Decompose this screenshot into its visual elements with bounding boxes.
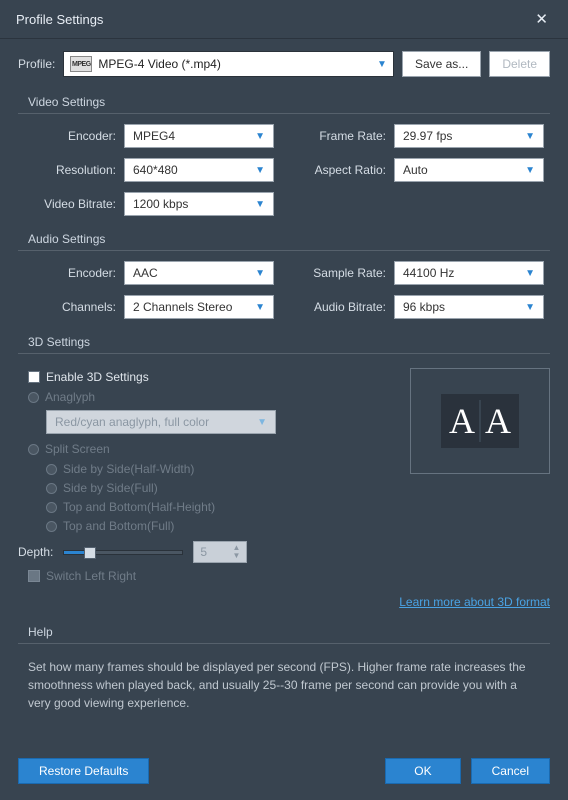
- chevron-down-icon: ▼: [255, 131, 265, 142]
- switch-lr-label: Switch Left Right: [46, 569, 136, 583]
- divider: [18, 643, 550, 644]
- restore-defaults-button[interactable]: Restore Defaults: [18, 758, 149, 784]
- chevron-down-icon: ▼: [525, 268, 535, 279]
- preview-letter-right: A: [483, 400, 513, 442]
- profile-select[interactable]: MPEG MPEG-4 Video (*.mp4) ▼: [63, 51, 394, 77]
- spinner-arrows: ▲▼: [232, 544, 240, 560]
- preview-letter-left: A: [447, 400, 477, 442]
- aspect-ratio-select[interactable]: Auto▼: [394, 158, 544, 182]
- 3d-preview: A A: [410, 368, 550, 474]
- video-bitrate-label: Video Bitrate:: [28, 197, 124, 211]
- enable-3d-label: Enable 3D Settings: [46, 370, 149, 384]
- video-encoder-select[interactable]: MPEG4▼: [124, 124, 274, 148]
- aspect-ratio-label: Aspect Ratio:: [304, 163, 394, 177]
- chevron-down-icon: ▼: [255, 199, 265, 210]
- mpeg-icon: MPEG: [70, 56, 92, 72]
- video-form: Encoder: MPEG4▼ Frame Rate: 29.97 fps▼ R…: [18, 124, 550, 216]
- split-option-2: Top and Bottom(Half-Height): [46, 500, 396, 514]
- radio-icon: [28, 444, 39, 455]
- split-option-0: Side by Side(Half-Width): [46, 462, 396, 476]
- anaglyph-label: Anaglyph: [45, 390, 95, 404]
- help-text: Set how many frames should be displayed …: [18, 654, 550, 712]
- profile-row: Profile: MPEG MPEG-4 Video (*.mp4) ▼ Sav…: [18, 51, 550, 77]
- radio-icon: [46, 483, 57, 494]
- divider: [18, 353, 550, 354]
- split-screen-label: Split Screen: [45, 442, 110, 456]
- audio-bitrate-select[interactable]: 96 kbps▼: [394, 295, 544, 319]
- chevron-down-icon: ▼: [255, 165, 265, 176]
- titlebar: Profile Settings ✕: [0, 0, 568, 39]
- window-title: Profile Settings: [16, 12, 103, 27]
- footer: Restore Defaults OK Cancel: [0, 746, 568, 800]
- video-bitrate-select[interactable]: 1200 kbps▼: [124, 192, 274, 216]
- radio-icon: [46, 502, 57, 513]
- content-area: Profile: MPEG MPEG-4 Video (*.mp4) ▼ Sav…: [0, 39, 568, 746]
- slider-thumb: [84, 547, 96, 559]
- split-option-1: Side by Side(Full): [46, 481, 396, 495]
- chevron-down-icon: ▼: [525, 165, 535, 176]
- anaglyph-select: Red/cyan anaglyph, full color ▼: [46, 410, 276, 434]
- 3d-preview-column: A A: [410, 364, 550, 589]
- radio-icon: [46, 521, 57, 532]
- resolution-label: Resolution:: [28, 163, 124, 177]
- split-screen-radio: Split Screen: [28, 442, 396, 456]
- delete-button: Delete: [489, 51, 550, 77]
- audio-encoder-select[interactable]: AAC▼: [124, 261, 274, 285]
- sample-rate-select[interactable]: 44100 Hz▼: [394, 261, 544, 285]
- channels-select[interactable]: 2 Channels Stereo▼: [124, 295, 274, 319]
- checkbox-icon: [28, 570, 40, 582]
- split-option-3: Top and Bottom(Full): [46, 519, 396, 533]
- profile-settings-window: Profile Settings ✕ Profile: MPEG MPEG-4 …: [0, 0, 568, 800]
- depth-label: Depth:: [18, 545, 53, 559]
- profile-label: Profile:: [18, 57, 55, 71]
- radio-icon: [28, 392, 39, 403]
- chevron-down-icon: ▼: [255, 302, 265, 313]
- 3d-section-title: 3D Settings: [28, 335, 550, 349]
- split-options: Side by Side(Half-Width) Side by Side(Fu…: [28, 462, 396, 533]
- resolution-select[interactable]: 640*480▼: [124, 158, 274, 182]
- audio-section-title: Audio Settings: [28, 232, 550, 246]
- video-section-title: Video Settings: [28, 95, 550, 109]
- 3d-controls: Enable 3D Settings Anaglyph Red/cyan ana…: [28, 364, 396, 589]
- sample-rate-label: Sample Rate:: [304, 266, 394, 280]
- chevron-down-icon: ▼: [525, 302, 535, 313]
- audio-bitrate-label: Audio Bitrate:: [304, 300, 394, 314]
- video-encoder-label: Encoder:: [28, 129, 124, 143]
- help-section-title: Help: [28, 625, 550, 639]
- close-icon[interactable]: ✕: [531, 10, 552, 28]
- frame-rate-select[interactable]: 29.97 fps▼: [394, 124, 544, 148]
- switch-lr-checkbox: Switch Left Right: [28, 569, 396, 583]
- chevron-down-icon: ▼: [377, 59, 387, 70]
- anaglyph-radio: Anaglyph: [28, 390, 396, 404]
- depth-slider[interactable]: [63, 550, 183, 555]
- channels-label: Channels:: [28, 300, 124, 314]
- chevron-down-icon: ▼: [257, 417, 267, 428]
- depth-spinner: 5 ▲▼: [193, 541, 247, 563]
- radio-icon: [46, 464, 57, 475]
- depth-row: Depth: 5 ▲▼: [18, 541, 396, 563]
- ok-button[interactable]: OK: [385, 758, 460, 784]
- chevron-down-icon: ▼: [525, 131, 535, 142]
- profile-value: MPEG-4 Video (*.mp4): [98, 57, 221, 71]
- divider: [18, 250, 550, 251]
- save-as-button[interactable]: Save as...: [402, 51, 481, 77]
- divider: [18, 113, 550, 114]
- checkbox-icon: [28, 371, 40, 383]
- audio-form: Encoder: AAC▼ Sample Rate: 44100 Hz▼ Cha…: [18, 261, 550, 319]
- 3d-section: Enable 3D Settings Anaglyph Red/cyan ana…: [18, 364, 550, 589]
- frame-rate-label: Frame Rate:: [304, 129, 394, 143]
- chevron-down-icon: ▼: [255, 268, 265, 279]
- learn-more-link[interactable]: Learn more about 3D format: [18, 595, 550, 609]
- cancel-button[interactable]: Cancel: [471, 758, 550, 784]
- audio-encoder-label: Encoder:: [28, 266, 124, 280]
- enable-3d-checkbox[interactable]: Enable 3D Settings: [28, 370, 396, 384]
